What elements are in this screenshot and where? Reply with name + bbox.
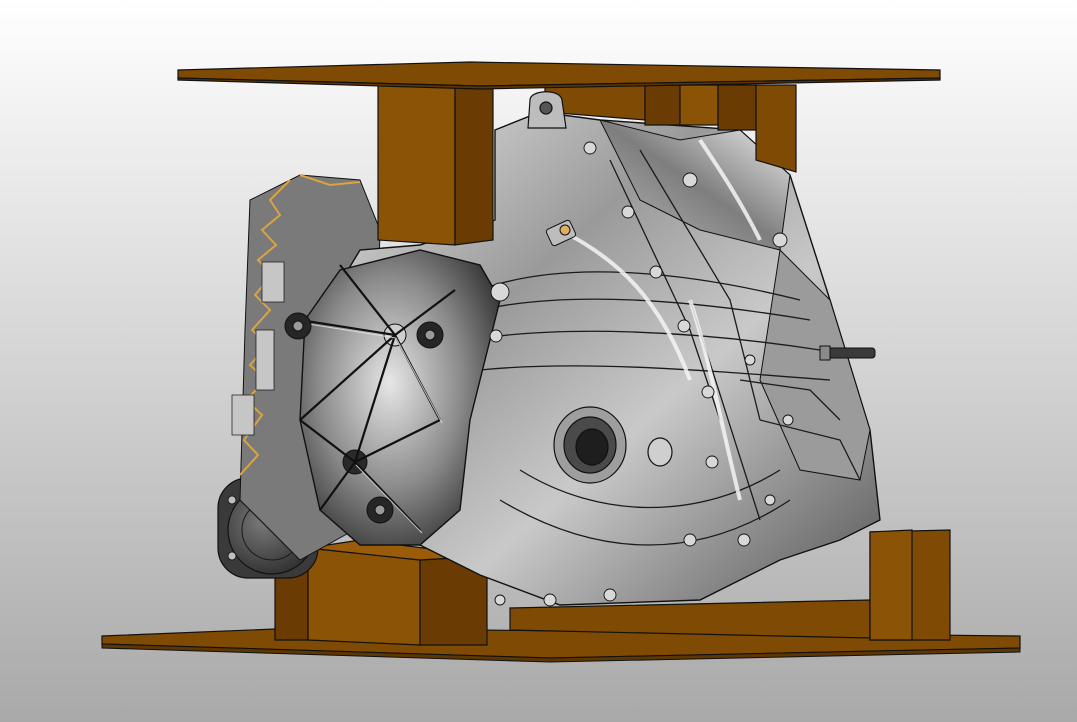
cad-scene [0, 0, 1077, 722]
cad-viewport[interactable] [0, 0, 1077, 722]
lifting-lug [527, 91, 567, 129]
shift-lever-pin[interactable] [819, 345, 876, 361]
